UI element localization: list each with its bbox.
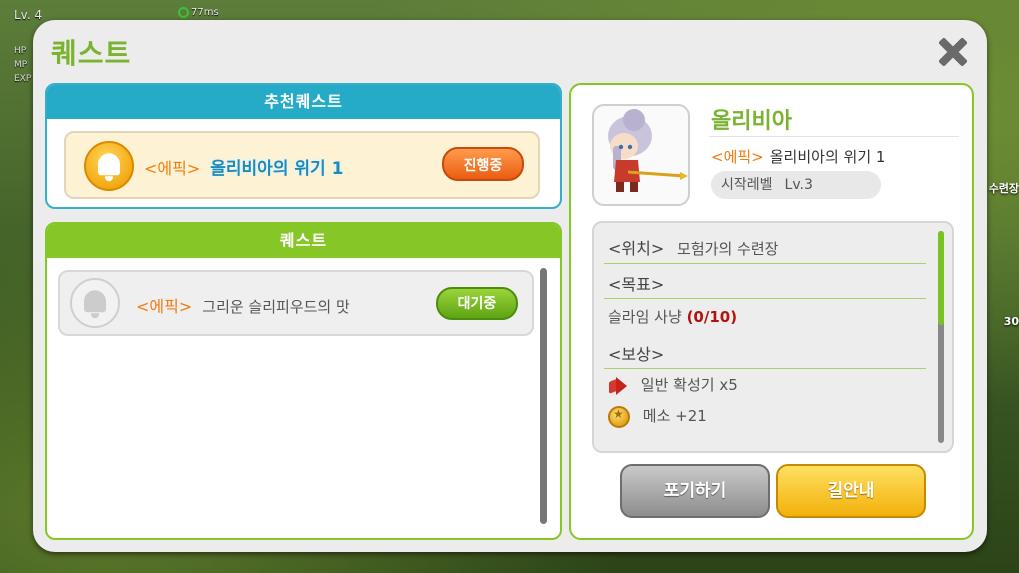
- bell-icon: [70, 278, 120, 328]
- hud-ping: 77ms: [178, 7, 219, 18]
- divider: [709, 136, 959, 137]
- divider: [604, 368, 926, 369]
- divider: [604, 298, 926, 299]
- give-up-button[interactable]: 포기하기: [620, 464, 770, 518]
- quest-tag: <에픽>: [711, 148, 764, 166]
- list-item[interactable]: <에픽> 그리운 슬리피우드의 맛 대기중: [58, 270, 534, 336]
- npc-portrait: [592, 104, 690, 206]
- divider: [604, 263, 926, 264]
- recommended-quest-title: <에픽> 올리비아의 위기 1: [144, 154, 343, 179]
- start-level-label: 시작레벨: [721, 177, 773, 193]
- reward-text: 일반 확성기 x5: [640, 376, 738, 394]
- in-progress-button[interactable]: 진행중: [442, 147, 524, 181]
- goal-row: 슬라임 사냥 (0/10): [608, 306, 924, 327]
- quest-list-scrollbar[interactable]: [540, 268, 547, 524]
- location-value: 모험가의 수련장: [677, 240, 779, 258]
- npc-name: 올리비아: [711, 109, 792, 134]
- waiting-button[interactable]: 대기중: [436, 287, 518, 320]
- goal-progress: (0/10): [686, 308, 738, 326]
- hud-right-label: 수련장: [988, 182, 1019, 195]
- reward-item: 메소 +21: [608, 405, 924, 428]
- quest-name: 올리비아의 위기 1: [769, 148, 886, 166]
- reward-item: 일반 확성기 x5: [608, 374, 924, 396]
- location-head: <위치>: [608, 239, 665, 258]
- goal-text: 슬라임 사냥: [608, 308, 682, 326]
- ping-value: 77ms: [191, 7, 219, 18]
- quest-detail-panel: 올리비아 <에픽> 올리비아의 위기 1 시작레벨 Lv.3 <위치> 모험가의…: [569, 83, 974, 540]
- location-row: <위치> 모험가의 수련장: [608, 235, 924, 259]
- quest-info-box: <위치> 모험가의 수련장 <목표> 슬라임 사냥 (0/10) <보상> 일반…: [592, 221, 954, 453]
- recommended-quest-item[interactable]: <에픽> 올리비아의 위기 1 진행중: [64, 131, 540, 199]
- quest-tag: <에픽>: [144, 159, 201, 178]
- quest-title: <에픽> 그리운 슬리피우드의 맛: [136, 293, 350, 317]
- goal-head: <목표>: [608, 275, 665, 294]
- quest-list-panel: 퀘스트 <에픽> 그리운 슬리피우드의 맛 대기중: [45, 222, 562, 540]
- quest-name: 올리비아의 위기 1: [210, 159, 344, 179]
- guide-button[interactable]: 길안내: [776, 464, 926, 518]
- bell-icon: [84, 141, 134, 191]
- exp-label: EXP: [14, 74, 32, 84]
- npc-avatar-icon: [608, 109, 688, 192]
- start-level-value: Lv.3: [784, 177, 813, 193]
- hud-stats: HP MP EXP: [14, 44, 31, 86]
- hud-right-number: 30: [1003, 315, 1019, 328]
- dialog-title: 퀘스트: [51, 37, 132, 70]
- quest-dialog: 퀘스트 추천퀘스트 <에픽> 올리비아의 위기 1 진행중 퀘스트 <에픽> 그…: [33, 20, 987, 552]
- start-level-badge: 시작레벨 Lv.3: [711, 171, 881, 199]
- mp-label: MP: [14, 60, 28, 70]
- ping-icon: [178, 7, 189, 18]
- detail-quest-title: <에픽> 올리비아의 위기 1: [711, 146, 885, 167]
- info-scrollbar[interactable]: [938, 231, 944, 443]
- hp-label: HP: [14, 46, 27, 56]
- hud-level: Lv. 4: [14, 8, 43, 22]
- quest-tag: <에픽>: [136, 297, 193, 316]
- close-icon[interactable]: [933, 32, 973, 72]
- quest-name: 그리운 슬리피우드의 맛: [202, 298, 350, 316]
- meso-coin-icon: [608, 405, 630, 428]
- reward-head: <보상>: [608, 345, 665, 364]
- reward-text: 메소 +21: [642, 407, 707, 425]
- megaphone-icon: [608, 376, 628, 396]
- info-scrollbar-thumb[interactable]: [938, 231, 944, 325]
- quest-list-header: 퀘스트: [47, 224, 560, 258]
- recommended-header: 추천퀘스트: [47, 85, 560, 119]
